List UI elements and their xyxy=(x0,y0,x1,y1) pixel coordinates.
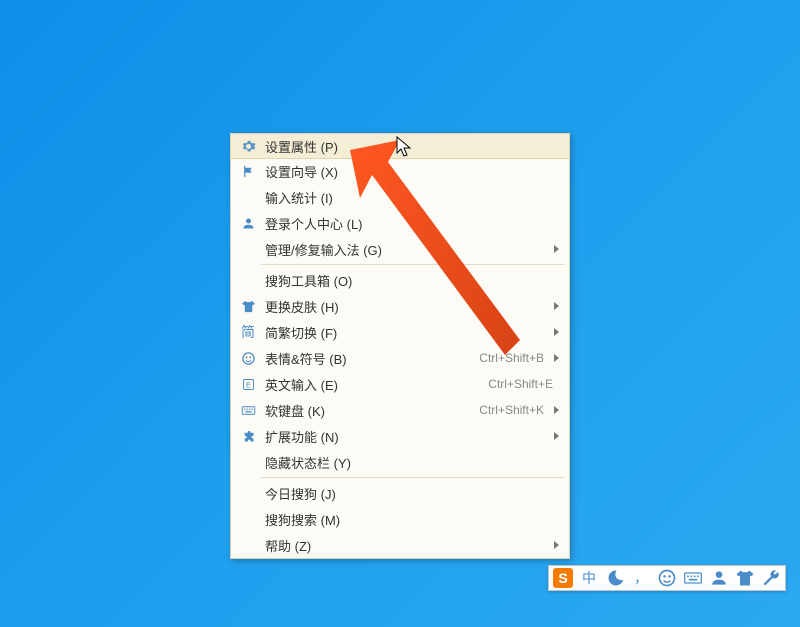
cn-indicator[interactable]: 中 xyxy=(579,568,599,588)
menu-item-label: 隐藏状态栏 (Y) xyxy=(265,453,559,472)
blank-icon xyxy=(239,240,257,258)
wrench-icon[interactable] xyxy=(761,568,781,588)
menu-item[interactable]: 软键盘 (K)Ctrl+Shift+K xyxy=(231,397,569,423)
menu-item-label: 设置向导 (X) xyxy=(265,162,559,181)
menu-item[interactable]: 搜狗搜索 (M) xyxy=(231,506,569,532)
menu-separator xyxy=(261,477,565,478)
user-icon xyxy=(239,214,257,232)
menu-item-label: 软键盘 (K) xyxy=(265,401,479,420)
simp-icon: 简 xyxy=(239,323,257,341)
menu-item[interactable]: 帮助 (Z) xyxy=(231,532,569,558)
svg-text:E: E xyxy=(245,380,250,389)
e-icon: E xyxy=(239,375,257,393)
menu-item[interactable]: 更换皮肤 (H) xyxy=(231,293,569,319)
keyboard-icon[interactable] xyxy=(683,568,703,588)
chevron-right-icon xyxy=(554,245,559,253)
menu-item-label: 更换皮肤 (H) xyxy=(265,297,550,316)
blank-icon xyxy=(239,536,257,554)
menu-item[interactable]: 隐藏状态栏 (Y) xyxy=(231,449,569,475)
menu-item-label: 扩展功能 (N) xyxy=(265,427,550,446)
menu-item[interactable]: 扩展功能 (N) xyxy=(231,423,569,449)
blank-icon xyxy=(239,510,257,528)
menu-separator xyxy=(261,264,565,265)
shirt-icon xyxy=(239,297,257,315)
chevron-right-icon xyxy=(554,406,559,414)
menu-item[interactable]: 登录个人中心 (L) xyxy=(231,210,569,236)
menu-item[interactable]: 输入统计 (I) xyxy=(231,184,569,210)
menu-item[interactable]: 简简繁切换 (F) xyxy=(231,319,569,345)
menu-shortcut: Ctrl+Shift+K xyxy=(479,403,544,417)
menu-item-label: 英文输入 (E) xyxy=(265,375,488,394)
menu-item[interactable]: 管理/修复输入法 (G) xyxy=(231,236,569,262)
menu-item-label: 搜狗搜索 (M) xyxy=(265,510,559,529)
menu-item-label: 简繁切换 (F) xyxy=(265,323,550,342)
menu-item-label: 表情&符号 (B) xyxy=(265,349,479,368)
blank-icon xyxy=(239,188,257,206)
menu-item-label: 今日搜狗 (J) xyxy=(265,484,559,503)
menu-item[interactable]: 搜狗工具箱 (O) xyxy=(231,267,569,293)
chevron-right-icon xyxy=(554,302,559,310)
chevron-right-icon xyxy=(554,541,559,549)
menu-item-label: 管理/修复输入法 (G) xyxy=(265,240,550,259)
chevron-right-icon xyxy=(554,432,559,440)
keyboard-icon xyxy=(239,401,257,419)
context-menu: 设置属性 (P) 设置向导 (X) 输入统计 (I) 登录个人中心 (L) 管理/修复输… xyxy=(230,133,570,559)
puzzle-icon xyxy=(239,427,257,445)
moon-icon[interactable] xyxy=(605,568,625,588)
punct-indicator[interactable]: ， xyxy=(631,568,651,588)
sogou-logo[interactable]: S xyxy=(553,568,573,588)
menu-item[interactable]: 表情&符号 (B)Ctrl+Shift+B xyxy=(231,345,569,371)
menu-item-label: 登录个人中心 (L) xyxy=(265,214,559,233)
menu-item-label: 设置属性 (P) xyxy=(265,137,559,156)
menu-shortcut: Ctrl+Shift+B xyxy=(479,351,544,365)
emoji-icon[interactable] xyxy=(657,568,677,588)
skin-icon[interactable] xyxy=(735,568,755,588)
blank-icon xyxy=(239,484,257,502)
blank-icon xyxy=(239,453,257,471)
smiley-icon xyxy=(239,349,257,367)
menu-shortcut: Ctrl+Shift+E xyxy=(488,377,553,391)
flag-icon xyxy=(239,162,257,180)
menu-item[interactable]: 设置向导 (X) xyxy=(231,158,569,184)
menu-item-label: 搜狗工具箱 (O) xyxy=(265,271,559,290)
menu-item[interactable]: E 英文输入 (E)Ctrl+Shift+E xyxy=(231,371,569,397)
chevron-right-icon xyxy=(554,328,559,336)
gear-icon xyxy=(239,137,257,155)
user-icon[interactable] xyxy=(709,568,729,588)
menu-item[interactable]: 今日搜狗 (J) xyxy=(231,480,569,506)
chevron-right-icon xyxy=(554,354,559,362)
menu-item[interactable]: 设置属性 (P) xyxy=(230,133,570,159)
menu-item-label: 帮助 (Z) xyxy=(265,536,550,555)
menu-item-label: 输入统计 (I) xyxy=(265,188,559,207)
ime-status-bar[interactable]: S中 ， xyxy=(548,565,786,591)
blank-icon xyxy=(239,271,257,289)
